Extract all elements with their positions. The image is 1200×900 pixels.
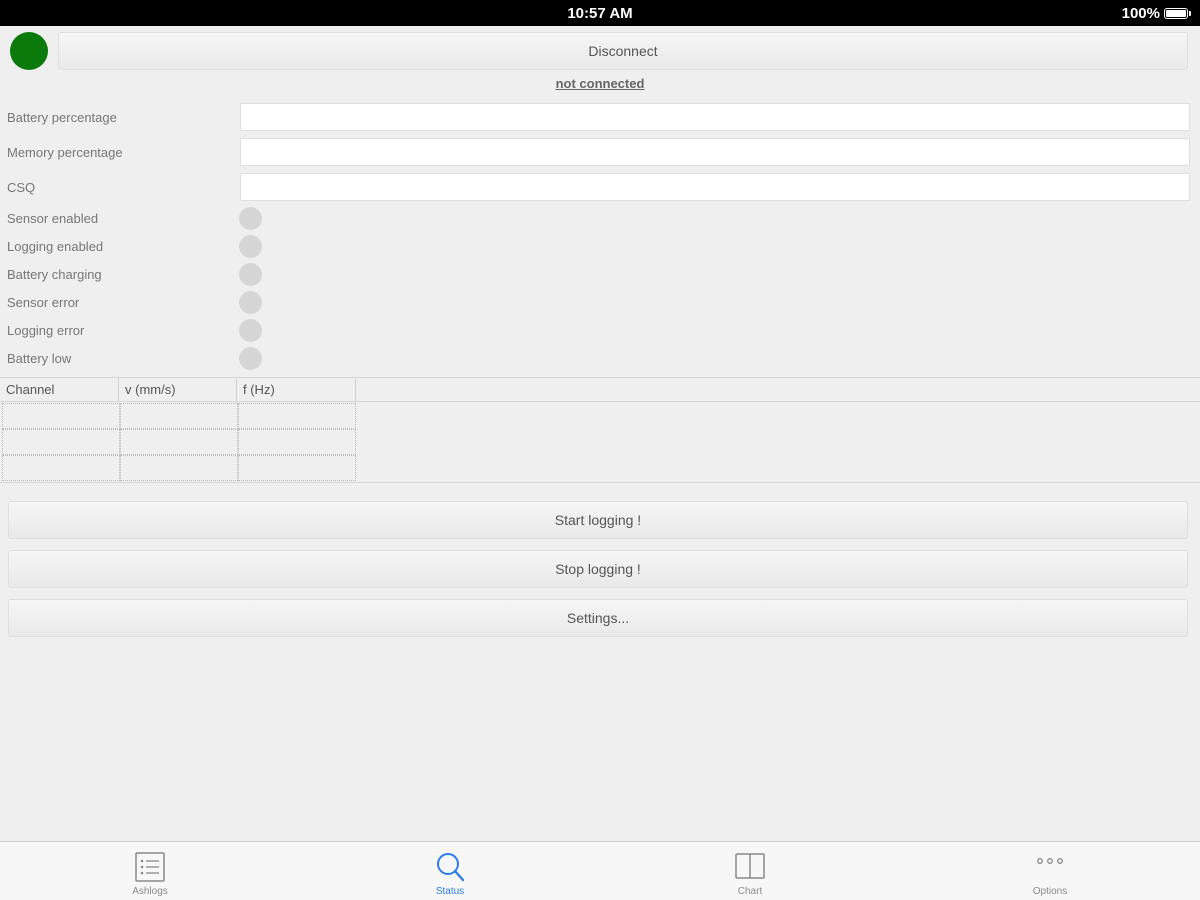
tab-ashlogs[interactable]: Ashlogs [0, 842, 300, 900]
tab-bar: Ashlogs Status Chart Options [0, 841, 1200, 900]
connection-status-text: not connected [555, 76, 645, 91]
battery-charging-label: Battery charging [7, 267, 102, 282]
sensor-enabled-label: Sensor enabled [7, 211, 99, 226]
tab-label: Ashlogs [132, 886, 168, 897]
table-cell[interactable] [2, 429, 120, 455]
channel-table: Channel v (mm/s) f (Hz) [0, 377, 1200, 483]
table-cell[interactable] [238, 429, 356, 455]
battery-low-indicator [239, 347, 262, 370]
book-icon [735, 853, 765, 879]
search-icon [437, 853, 465, 882]
tab-label: Chart [737, 886, 763, 897]
sensor-error-indicator [239, 291, 262, 314]
battery-charging-indicator [239, 263, 262, 286]
start-logging-button[interactable]: Start logging ! [8, 501, 1188, 539]
battery-percentage-text: 100% [1121, 5, 1160, 22]
tab-options[interactable]: Options [900, 842, 1200, 900]
status-bar: 10:57 AM 100% [0, 0, 1200, 26]
disconnect-button[interactable]: Disconnect [58, 32, 1188, 70]
logging-error-indicator [239, 319, 262, 342]
table-cell[interactable] [2, 403, 120, 429]
battery-low-label: Battery low [7, 351, 72, 366]
list-icon [135, 852, 165, 882]
memory-percentage-label: Memory percentage [7, 145, 123, 160]
tab-label: Options [1032, 886, 1068, 897]
battery-percentage-label: Battery percentage [7, 110, 117, 125]
csq-label: CSQ [7, 180, 36, 195]
csq-field[interactable] [240, 173, 1190, 201]
battery-icon [1164, 8, 1191, 19]
logging-enabled-indicator [239, 235, 262, 258]
more-icon [1037, 858, 1063, 864]
tab-chart[interactable]: Chart [600, 842, 900, 900]
logging-enabled-label: Logging enabled [7, 239, 104, 254]
table-body [2, 403, 356, 481]
column-header-frequency[interactable]: f (Hz) [237, 378, 356, 402]
table-cell[interactable] [238, 455, 356, 481]
table-header: Channel v (mm/s) f (Hz) [0, 378, 1200, 402]
table-cell[interactable] [238, 403, 356, 429]
table-cell[interactable] [2, 455, 120, 481]
memory-percentage-field[interactable] [240, 138, 1190, 166]
status-time: 10:57 AM [567, 5, 633, 22]
sensor-error-label: Sensor error [7, 295, 80, 310]
table-cell[interactable] [120, 403, 238, 429]
column-header-velocity[interactable]: v (mm/s) [119, 378, 237, 402]
settings-button[interactable]: Settings... [8, 599, 1188, 637]
battery-percentage-field[interactable] [240, 103, 1190, 131]
tab-status[interactable]: Status [300, 842, 600, 900]
column-header-channel[interactable]: Channel [0, 378, 119, 402]
table-cell[interactable] [120, 455, 238, 481]
table-cell[interactable] [120, 429, 238, 455]
connection-indicator [10, 32, 48, 70]
sensor-enabled-indicator [239, 207, 262, 230]
tab-label: Status [435, 886, 465, 897]
stop-logging-button[interactable]: Stop logging ! [8, 550, 1188, 588]
logging-error-label: Logging error [7, 323, 85, 338]
